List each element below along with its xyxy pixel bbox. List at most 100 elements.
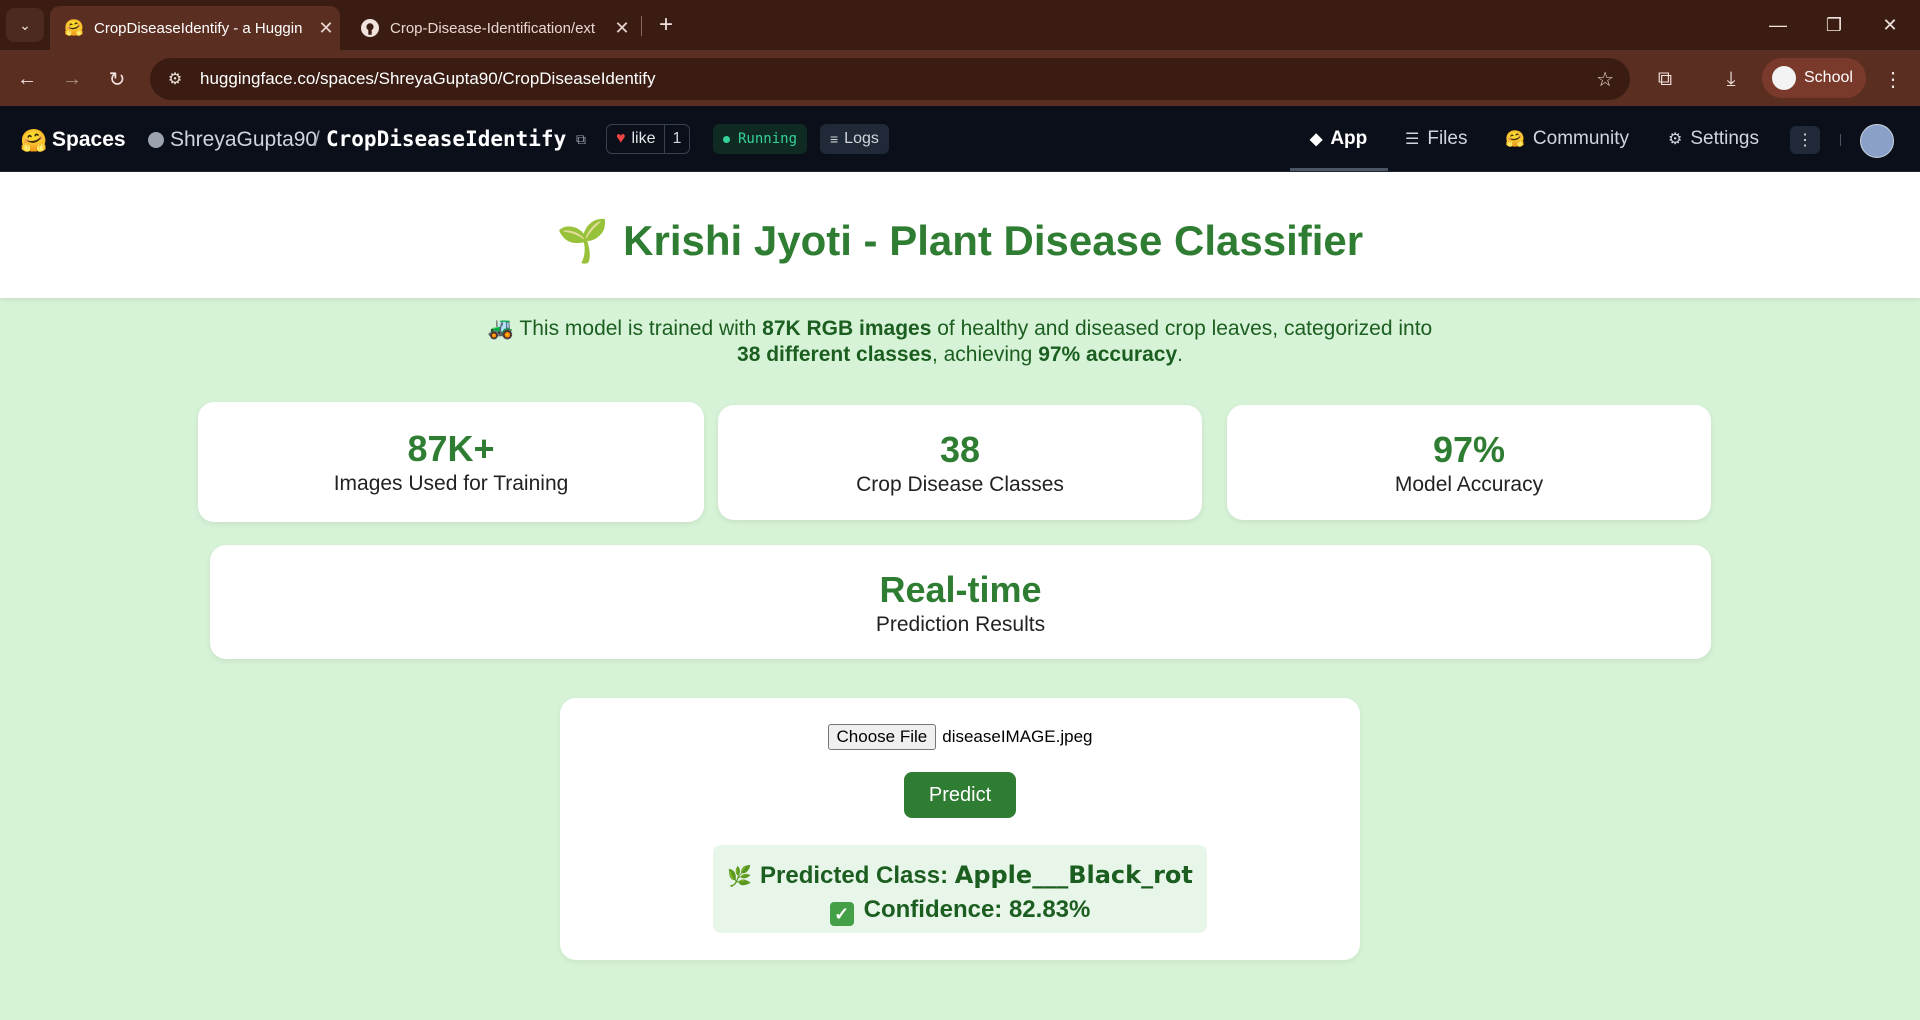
user-avatar[interactable] [1860, 124, 1894, 158]
file-name: diseaseIMAGE.jpeg [942, 727, 1093, 746]
tab-files-label: Files [1427, 128, 1468, 149]
choose-file-button[interactable]: Choose File [827, 724, 937, 750]
active-tab-indicator [1290, 168, 1388, 171]
logs-icon: ≡ [830, 131, 839, 147]
new-tab-button[interactable]: + [650, 10, 682, 40]
browser-toolbar: ← → ↻ ⚙ huggingface.co/spaces/ShreyaGupt… [0, 50, 1920, 106]
intro-highlight: 38 different classes [737, 343, 932, 366]
intro-part: This model is trained with [519, 317, 763, 340]
repo-name[interactable]: CropDiseaseIdentify [326, 127, 566, 151]
stat-card-accuracy: 97% Model Accuracy [1227, 405, 1711, 520]
minimize-icon[interactable]: — [1756, 8, 1800, 42]
stat-value: 97% [1432, 429, 1506, 470]
app-header: 🌱 Krishi Jyoti - Plant Disease Classifier [0, 172, 1920, 298]
status-dot-icon [723, 135, 730, 143]
prediction-result: 🌿 Predicted Class: Apple___Black_rot ✓ Con… [713, 845, 1207, 933]
intro-part: of healthy and diseased crop leaves, cat… [931, 317, 1433, 340]
owner-avatar [148, 132, 164, 148]
page-title-text: Krishi Jyoti - Plant Disease Classifier [623, 217, 1364, 264]
avatar [1772, 66, 1796, 90]
spaces-link[interactable]: Spaces [52, 128, 126, 152]
page-title: 🌱 Krishi Jyoti - Plant Disease Classifier [0, 217, 1920, 266]
logs-button[interactable]: ≡ Logs [820, 124, 889, 154]
address-bar[interactable]: ⚙ huggingface.co/spaces/ShreyaGupta90/Cr… [150, 58, 1630, 100]
upload-card: Choose File diseaseIMAGE.jpeg Predict 🌿 P… [560, 698, 1360, 960]
huggingface-logo-icon[interactable]: 🤗 [20, 128, 47, 154]
huggingface-icon: 🤗 [64, 20, 84, 37]
owner-link[interactable]: ShreyaGupta90 [170, 128, 317, 152]
reload-icon[interactable]: ↻ [100, 62, 134, 96]
back-icon[interactable]: ← [10, 62, 44, 96]
logs-label: Logs [844, 130, 879, 147]
tab-settings[interactable]: ⚙ Settings [1668, 124, 1759, 154]
sprout-icon: 🌱 [556, 217, 610, 264]
predicted-class-label: Predicted Class: [760, 862, 949, 889]
forward-icon[interactable]: → [55, 62, 89, 96]
header-divider [1840, 134, 1841, 146]
stat-label: Prediction Results [875, 613, 1046, 636]
stat-label: Crop Disease Classes [856, 473, 1064, 496]
browser-tabbar: ⌄ 🤗 CropDiseaseIdentify - a Huggin ✕ Cro… [0, 0, 1920, 50]
like-count: 1 [663, 125, 690, 153]
files-icon: ☰ [1405, 131, 1420, 148]
tab-settings-label: Settings [1690, 128, 1759, 149]
predicted-class-line: 🌿 Predicted Class: Apple___Black_rot [713, 861, 1207, 890]
like-label: like [631, 130, 656, 147]
predicted-class-value: Apple___Black_rot [954, 861, 1193, 889]
stat-label: Images Used for Training [333, 472, 569, 495]
tab-title: Crop-Disease-Identification/ext [390, 19, 596, 37]
stat-value: Real-time [879, 569, 1042, 610]
status-badge[interactable]: Running [713, 124, 808, 154]
more-menu-button[interactable]: ⋮ [1790, 126, 1820, 154]
tab-search-button[interactable]: ⌄ [6, 8, 44, 42]
community-icon: 🤗 [1505, 131, 1525, 148]
profile-label: School [1804, 69, 1853, 86]
intro-part: , achieving [931, 343, 1039, 366]
heart-icon: ♥ [616, 130, 626, 147]
tab-community[interactable]: 🤗 Community [1505, 124, 1629, 154]
stat-card-realtime: Real-time Prediction Results [210, 545, 1711, 659]
gear-icon: ⚙ [1668, 131, 1683, 148]
predict-button[interactable]: Predict [904, 772, 1016, 818]
tab-app[interactable]: ◆ App [1310, 124, 1367, 154]
hf-header: 🤗 Spaces ShreyaGupta90 / CropDiseaseIden… [0, 106, 1920, 172]
close-icon[interactable]: ✕ [312, 18, 340, 39]
confidence-line: ✓ Confidence: 82.83% [713, 896, 1207, 926]
github-icon [360, 18, 380, 38]
intro-part: . [1177, 343, 1183, 366]
tab-files[interactable]: ☰ Files [1405, 124, 1467, 154]
intro-highlight: 97% accuracy [1038, 343, 1178, 366]
bookmark-star-icon[interactable]: ☆ [1596, 67, 1614, 92]
url-text[interactable]: huggingface.co/spaces/ShreyaGupta90/Crop… [200, 69, 656, 89]
file-input: Choose File diseaseIMAGE.jpeg [560, 724, 1360, 750]
like-button[interactable]: ♥ like 1 [606, 124, 691, 154]
profile-button[interactable]: School [1762, 58, 1866, 98]
stat-label: Model Accuracy [1394, 473, 1544, 496]
browser-menu-icon[interactable]: ⋮ [1876, 62, 1910, 96]
intro-text: 🚜 This model is trained with 87K RGB ima… [300, 316, 1620, 368]
download-icon[interactable]: ⤓ [1714, 62, 1748, 96]
stat-value: 87K+ [407, 428, 495, 469]
tab-cropdiseaseidentify[interactable]: 🤗 CropDiseaseIdentify - a Huggin ✕ [50, 6, 340, 50]
tab-app-label: App [1330, 128, 1368, 149]
path-separator: / [314, 128, 320, 151]
check-icon: ✓ [829, 902, 854, 926]
close-icon[interactable]: ✕ [608, 18, 636, 39]
stat-card-images: 87K+ Images Used for Training [198, 402, 704, 522]
status-label: Running [738, 131, 798, 147]
tab-divider [641, 16, 642, 36]
stat-value: 38 [939, 429, 981, 470]
site-info-icon[interactable]: ⚙ [164, 68, 186, 90]
tab-community-label: Community [1532, 128, 1629, 149]
restore-icon[interactable]: ❐ [1812, 8, 1856, 42]
leaf-icon: 🌿 [727, 866, 752, 888]
window-close-icon[interactable]: ✕ [1868, 8, 1912, 42]
tab-title: CropDiseaseIdentify - a Huggin [94, 19, 303, 37]
stat-card-classes: 38 Crop Disease Classes [718, 405, 1202, 520]
tab-github[interactable]: Crop-Disease-Identification/ext ✕ [346, 6, 636, 50]
tractor-icon: 🚜 [487, 317, 514, 340]
intro-highlight: 87K RGB images [762, 317, 932, 340]
extensions-icon[interactable]: ⧉ [1648, 62, 1682, 96]
cube-icon: ◆ [1310, 131, 1323, 148]
copy-icon[interactable]: ⧉ [576, 131, 586, 148]
